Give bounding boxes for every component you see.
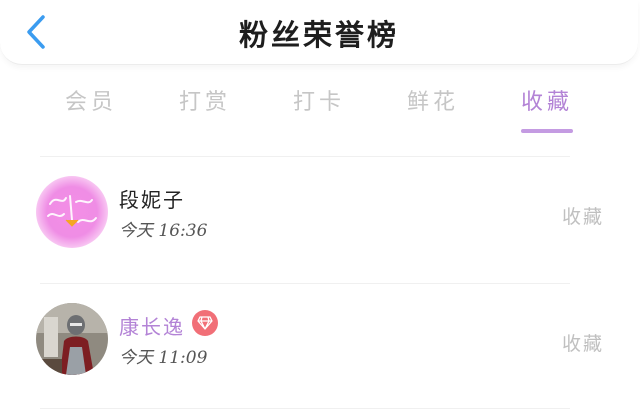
list-item[interactable]: 段妮子 今天 16:36 收藏 [0,156,640,266]
tab-favorites[interactable]: 收藏 [502,84,592,116]
user-name[interactable]: 康长逸 [119,311,185,340]
tab-flowers[interactable]: 鲜花 [388,84,478,116]
pink-handwriting-avatar [36,176,108,248]
page-title: 粉丝荣誉榜 [238,18,399,52]
vip-badge [192,310,218,336]
action-label: 收藏 [561,206,604,228]
user-name[interactable]: 段妮子 [119,184,185,213]
tab-checkin[interactable]: 打卡 [274,84,364,116]
diamond-icon [197,316,213,330]
active-tab-indicator [521,129,573,133]
favorite-time: 今天 11:09 [119,348,208,368]
avatar[interactable] [36,176,108,248]
tab-reward[interactable]: 打赏 [160,84,250,116]
tab-bar: 会员 打赏 打卡 鲜花 收藏 [0,84,640,136]
avatar[interactable] [36,303,108,375]
character-photo-avatar [36,303,108,375]
list-item[interactable]: 康长逸 今天 11:09 收藏 [0,283,640,393]
action-label: 收藏 [561,333,604,355]
top-bar: 粉丝荣誉榜 [0,0,638,65]
tab-member[interactable]: 会员 [46,84,136,116]
favorite-time: 今天 16:36 [119,221,208,241]
divider [40,408,570,409]
